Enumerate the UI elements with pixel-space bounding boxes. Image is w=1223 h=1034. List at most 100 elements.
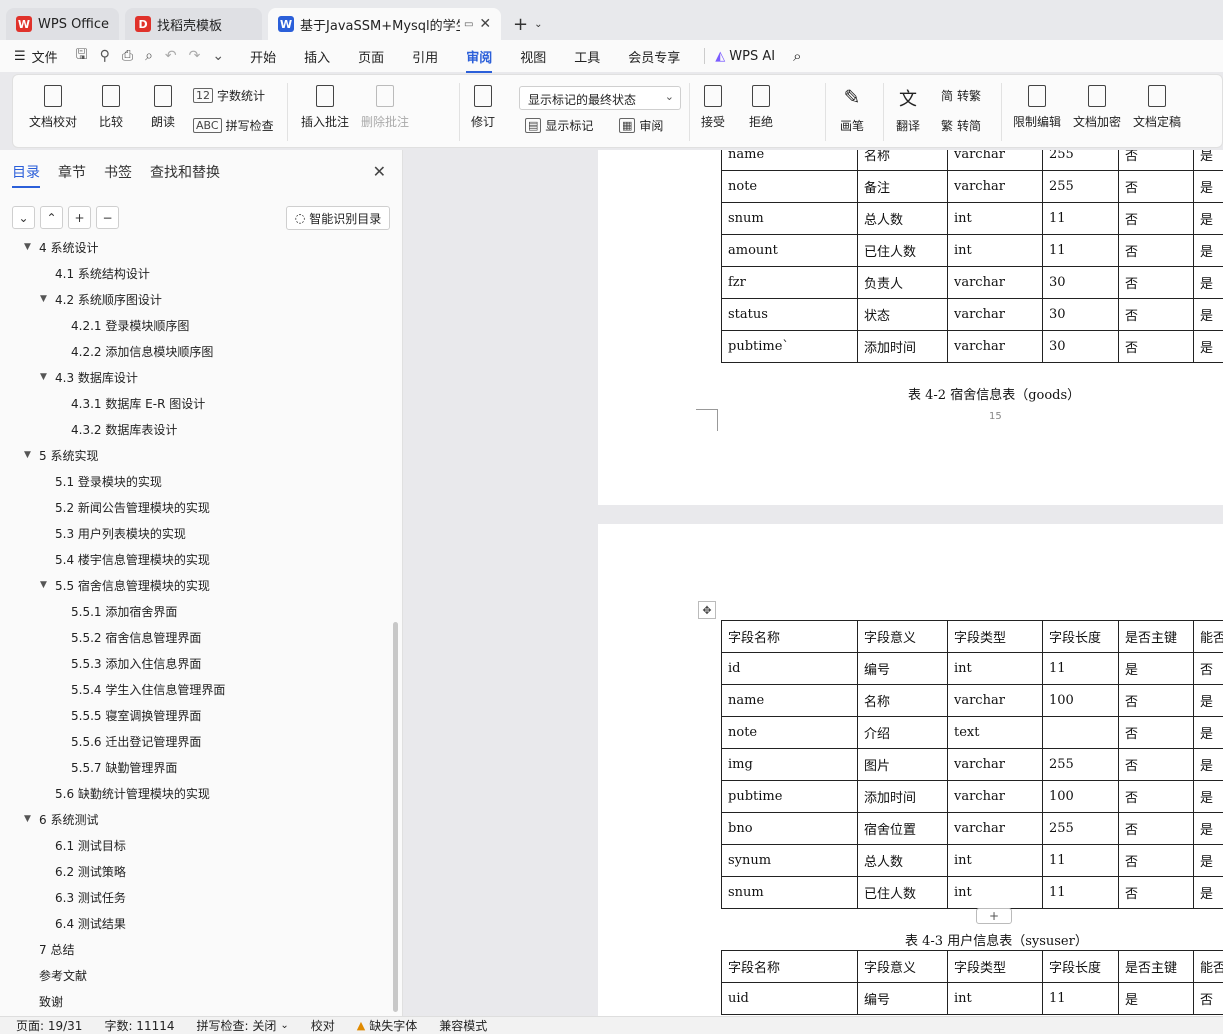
to-simplified-button[interactable]: 繁 转简 bbox=[941, 117, 981, 134]
toc-item[interactable]: 5.5.5 寝室调换管理界面 bbox=[0, 702, 396, 728]
more-chevron-icon[interactable]: ⌄ bbox=[212, 48, 224, 64]
accept-button[interactable]: 接受 bbox=[701, 85, 725, 130]
toc-item[interactable]: 6.2 测试策略 bbox=[0, 858, 396, 884]
add-row-button[interactable]: + bbox=[976, 908, 1012, 924]
delete-comment-button[interactable]: 删除批注 bbox=[361, 85, 409, 130]
markup-state-select[interactable]: 显示标记的最终状态 ⌄ bbox=[519, 86, 681, 110]
pen-button[interactable]: ✎ 画笔 bbox=[839, 85, 865, 134]
toc-item[interactable]: 4.2.2 添加信息模块顺序图 bbox=[0, 338, 396, 364]
menu-tab-tools[interactable]: 工具 bbox=[574, 47, 600, 66]
page-indicator[interactable]: 页面: 19/31 bbox=[16, 1017, 82, 1034]
review-pane-button[interactable]: ▦ 审阅 bbox=[619, 117, 663, 134]
toc-item[interactable]: 5.5.3 添加入住信息界面 bbox=[0, 650, 396, 676]
nav-tab-chapter[interactable]: 章节 bbox=[58, 162, 86, 182]
table-header-cell: 字段意义 bbox=[857, 620, 948, 653]
toc-item[interactable]: 5.2 新闻公告管理模块的实现 bbox=[0, 494, 396, 520]
toc-item[interactable]: ▼ 4.3 数据库设计 bbox=[0, 364, 396, 390]
menu-tab-page[interactable]: 页面 bbox=[358, 47, 384, 66]
toc-item[interactable]: 5.5.1 添加宿舍界面 bbox=[0, 598, 396, 624]
word-count-button[interactable]: 12 字数统计 bbox=[193, 87, 265, 104]
toc-item[interactable]: 4.3.2 数据库表设计 bbox=[0, 416, 396, 442]
toc-item[interactable]: 5.6 缺勤统计管理模块的实现 bbox=[0, 780, 396, 806]
new-tab-button[interactable]: + ⌄ bbox=[507, 8, 548, 40]
toc-item[interactable]: ▼ 4 系统设计 bbox=[0, 234, 396, 260]
toc-item[interactable]: ▼ 5 系统实现 bbox=[0, 442, 396, 468]
toc-item[interactable]: 6.1 测试目标 bbox=[0, 832, 396, 858]
remove-heading-icon[interactable]: − bbox=[96, 206, 119, 229]
restrict-edit-button[interactable]: 限制编辑 bbox=[1013, 85, 1061, 130]
file-menu[interactable]: ☰ 文件 bbox=[14, 47, 58, 66]
missing-font-status[interactable]: ▲ 缺失字体 bbox=[357, 1017, 417, 1034]
chevron-down-icon[interactable]: ⌄ bbox=[534, 19, 542, 30]
save-icon[interactable]: 🖫 bbox=[76, 44, 88, 68]
revise-button[interactable]: 修订 bbox=[471, 85, 495, 130]
toc-item[interactable]: 5.4 楼宇信息管理模块的实现 bbox=[0, 546, 396, 572]
show-markup-button[interactable]: ▤ 显示标记 bbox=[525, 117, 593, 134]
toc-item[interactable]: 5.3 用户列表模块的实现 bbox=[0, 520, 396, 546]
toc-item[interactable]: 参考文献 bbox=[0, 962, 396, 988]
toc-item[interactable]: 7 总结 bbox=[0, 936, 396, 962]
undo-icon[interactable]: ↶ bbox=[165, 48, 177, 64]
tab-template[interactable]: D 找稻壳模板 bbox=[125, 8, 263, 40]
nav-tab-bookmark[interactable]: 书签 bbox=[104, 162, 132, 182]
toc-item[interactable]: ▼ 6 系统测试 bbox=[0, 806, 396, 832]
word-count[interactable]: 字数: 11114 bbox=[104, 1017, 174, 1034]
toc-item[interactable]: 6.4 测试结果 bbox=[0, 910, 396, 936]
nav-tab-find-replace[interactable]: 查找和替换 bbox=[150, 162, 220, 182]
preview-icon[interactable]: ⌕ bbox=[145, 48, 153, 64]
expand-down-icon[interactable]: ⌄ bbox=[12, 206, 35, 229]
expand-arrow-icon[interactable]: ▼ bbox=[24, 814, 36, 824]
compare-button[interactable]: 比较 bbox=[99, 85, 123, 130]
close-tab-icon[interactable]: ✕ bbox=[475, 16, 491, 32]
expand-arrow-icon[interactable]: ▼ bbox=[24, 450, 36, 460]
nav-tab-toc[interactable]: 目录 bbox=[12, 162, 40, 188]
search-icon[interactable]: ⌕ bbox=[793, 47, 801, 65]
wps-ai-button[interactable]: ◭ WPS AI bbox=[715, 49, 775, 64]
read-aloud-button[interactable]: 朗读 bbox=[151, 85, 175, 130]
toc-item[interactable]: 5.5.7 缺勤管理界面 bbox=[0, 754, 396, 780]
toc-item[interactable]: 4.3.1 数据库 E-R 图设计 bbox=[0, 390, 396, 416]
toc-item[interactable]: 5.5.4 学生入住信息管理界面 bbox=[0, 676, 396, 702]
insert-comment-button[interactable]: 插入批注 bbox=[301, 85, 349, 130]
expand-arrow-icon[interactable]: ▼ bbox=[40, 294, 52, 304]
menu-tab-insert[interactable]: 插入 bbox=[304, 47, 330, 66]
menu-tab-member[interactable]: 会员专享 bbox=[628, 47, 680, 66]
finalize-button[interactable]: 文档定稿 bbox=[1133, 85, 1181, 130]
menu-tab-view[interactable]: 视图 bbox=[520, 47, 546, 66]
toc-item[interactable]: 5.1 登录模块的实现 bbox=[0, 468, 396, 494]
expand-arrow-icon[interactable]: ▼ bbox=[40, 580, 52, 590]
toc-item[interactable]: ▼ 4.2 系统顺序图设计 bbox=[0, 286, 396, 312]
add-heading-icon[interactable]: + bbox=[68, 206, 91, 229]
menu-tab-review[interactable]: 审阅 bbox=[466, 47, 493, 73]
toc-item[interactable]: 5.5.6 迁出登记管理界面 bbox=[0, 728, 396, 754]
monitor-icon[interactable]: ▭ bbox=[464, 19, 473, 30]
print-icon[interactable]: ⎙ bbox=[122, 48, 133, 64]
collapse-up-icon[interactable]: ⌃ bbox=[40, 206, 63, 229]
doc-check-button[interactable]: 文档校对 bbox=[29, 85, 77, 130]
toc-item[interactable]: 5.5.2 宿舍信息管理界面 bbox=[0, 624, 396, 650]
toc-item[interactable]: ▼ 5.5 宿舍信息管理模块的实现 bbox=[0, 572, 396, 598]
spell-check-button[interactable]: ABC 拼写检查 bbox=[193, 117, 274, 134]
encrypt-button[interactable]: 文档加密 bbox=[1073, 85, 1121, 130]
reject-button[interactable]: 拒绝 bbox=[749, 85, 773, 130]
toc-item[interactable]: 致谢 bbox=[0, 988, 396, 1014]
spell-check-status[interactable]: 拼写检查: 关闭 ⌄ bbox=[197, 1017, 289, 1034]
toc-item[interactable]: 6.3 测试任务 bbox=[0, 884, 396, 910]
smart-toc-button[interactable]: ◌ 智能识别目录 bbox=[286, 206, 390, 230]
menu-tab-reference[interactable]: 引用 bbox=[412, 47, 438, 66]
tab-wps-office[interactable]: W WPS Office bbox=[6, 8, 120, 40]
translate-button[interactable]: 文 翻译 bbox=[895, 85, 921, 134]
expand-arrow-icon[interactable]: ▼ bbox=[40, 372, 52, 382]
toc-item[interactable]: 4.2.1 登录模块顺序图 bbox=[0, 312, 396, 338]
redo-icon[interactable]: ↷ bbox=[189, 48, 201, 64]
nav-scrollbar[interactable] bbox=[393, 622, 398, 1012]
link-icon[interactable]: ⚲ bbox=[100, 48, 110, 64]
toc-item[interactable]: 4.1 系统结构设计 bbox=[0, 260, 396, 286]
expand-arrow-icon[interactable]: ▼ bbox=[24, 242, 36, 252]
table-move-handle-icon[interactable]: ✥ bbox=[698, 601, 716, 619]
proof-status[interactable]: 校对 bbox=[311, 1017, 335, 1034]
tab-document[interactable]: W 基于JavaSSM+Mysql的学生 ▭ ✕ bbox=[268, 8, 502, 40]
to-traditional-button[interactable]: 简 转繁 bbox=[941, 87, 981, 104]
close-panel-icon[interactable]: ✕ bbox=[373, 162, 386, 181]
menu-tab-home[interactable]: 开始 bbox=[250, 47, 276, 66]
